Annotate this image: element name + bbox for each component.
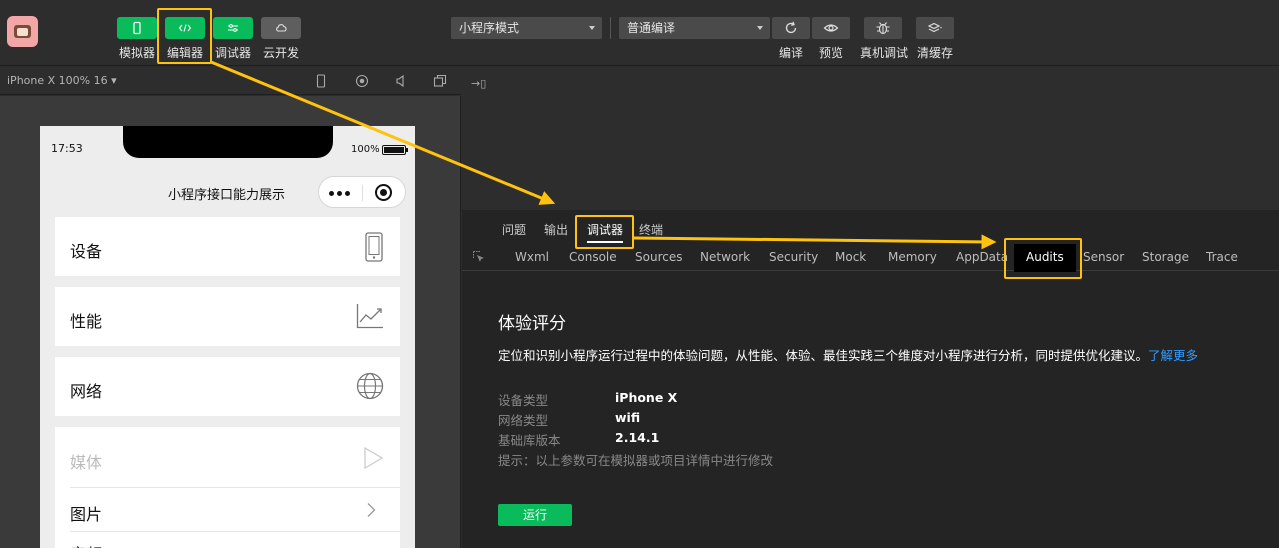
list-item-label: 媒体 — [70, 453, 103, 472]
info-value-network-type: wifi — [615, 410, 641, 425]
list-item-device[interactable]: 设备 — [55, 217, 400, 276]
devtools-tabs: Wxml Console Sources Network Security Mo… — [462, 242, 1279, 272]
user-avatar[interactable] — [7, 16, 38, 47]
tab-network[interactable]: Network — [700, 250, 750, 264]
tab-audits[interactable]: Audits — [1014, 244, 1076, 272]
real-device-debug-label: 真机调试 — [859, 46, 908, 60]
capsule-divider — [362, 185, 363, 201]
info-key-lib-version: 基础库版本 — [498, 433, 561, 448]
tab-trace[interactable]: Trace — [1206, 250, 1238, 264]
tab-sources[interactable]: Sources — [635, 250, 682, 264]
info-key-network-type: 网络类型 — [498, 413, 549, 428]
tab-sensor[interactable]: Sensor — [1083, 250, 1124, 264]
close-miniprogram-icon[interactable] — [375, 184, 392, 201]
simulator-header: iPhone X 100% 16 ▾ — [0, 67, 461, 95]
tab-memory[interactable]: Memory — [888, 250, 937, 264]
tab-wxml[interactable]: Wxml — [515, 250, 549, 264]
compile-button[interactable] — [772, 17, 810, 39]
phone-notch — [123, 126, 333, 158]
editor-area — [462, 67, 1279, 210]
list-item-performance[interactable]: 性能 — [55, 287, 400, 346]
status-time: 17:53 — [51, 142, 83, 155]
toolbar-divider — [610, 17, 611, 39]
tab-console[interactable]: Console — [569, 250, 617, 264]
clear-cache-button[interactable] — [916, 17, 954, 39]
battery-fill — [384, 147, 404, 153]
cloud-dev-label: 云开发 — [262, 46, 299, 60]
top-toolbar: 模拟器 编辑器 调试器 云开发 小程序模式 普通编译 编译 预览 真机调试 清缓… — [0, 0, 1279, 66]
tab-problems[interactable]: 问题 — [502, 221, 526, 238]
battery-icon — [382, 145, 408, 155]
list-item-label: 设备 — [70, 242, 103, 261]
real-device-debug-button[interactable] — [864, 17, 902, 39]
more-icon[interactable] — [329, 191, 350, 196]
editor-label: 编辑器 — [166, 46, 203, 60]
globe-icon — [356, 372, 384, 400]
phone-screen[interactable]: 17:53 100% 小程序接口能力展示 设备 性能 网络 媒体 图片 音频 — [40, 126, 415, 548]
list-item-label: 图片 — [70, 505, 103, 524]
preview-label: 预览 — [818, 46, 843, 60]
compile-select-value: 普通编译 — [627, 21, 676, 35]
list-item-media[interactable]: 媒体 图片 音频 — [55, 427, 400, 548]
mode-select[interactable]: 小程序模式 — [451, 17, 602, 39]
row-divider — [70, 487, 400, 488]
list-item-label: 音频 — [70, 541, 102, 548]
clear-cache-label: 清缓存 — [916, 46, 953, 60]
list-item-label: 网络 — [70, 382, 103, 401]
eye-icon — [823, 24, 839, 32]
mode-select-value: 小程序模式 — [459, 21, 520, 35]
device-select[interactable]: iPhone X 100% 16 ▾ — [7, 74, 117, 87]
phone-outline-icon[interactable] — [314, 74, 328, 88]
list-item-label: 性能 — [70, 312, 103, 331]
info-value-device-type: iPhone X — [615, 390, 678, 405]
refresh-icon — [785, 21, 797, 34]
sliders-icon — [228, 24, 238, 32]
chart-line-icon — [356, 304, 383, 329]
row-divider — [70, 531, 400, 532]
editor-toggle-button[interactable] — [165, 17, 205, 39]
debugger-label: 调试器 — [214, 46, 251, 60]
tab-storage[interactable]: Storage — [1142, 250, 1189, 264]
panel-tabs: 问题 输出 调试器 终端 — [462, 214, 1279, 243]
tab-terminal[interactable]: 终端 — [639, 221, 663, 238]
tab-output[interactable]: 输出 — [544, 221, 568, 238]
audits-hint: 提示：以上参数可在模拟器或项目详情中进行修改 — [498, 453, 774, 468]
tab-appdata[interactable]: AppData — [956, 250, 1008, 264]
audits-description-text: 定位和识别小程序运行过程中的体验问题，从性能、体验、最佳实践三个维度对小程序进行… — [498, 348, 1149, 363]
info-key-device-type: 设备类型 — [498, 393, 549, 408]
dock-panel-icon[interactable]: →▯ — [471, 77, 486, 90]
layers-icon — [927, 22, 942, 33]
play-icon — [364, 446, 384, 470]
chevron-right-icon — [367, 503, 376, 517]
cloud-icon — [276, 24, 287, 32]
bug-icon — [876, 22, 890, 35]
battery-text: 100% — [351, 144, 380, 155]
speaker-icon[interactable] — [394, 74, 408, 88]
simulator-toggle-button[interactable] — [117, 17, 157, 39]
record-icon[interactable] — [355, 74, 369, 88]
tab-security[interactable]: Security — [769, 250, 818, 264]
menu-capsule[interactable] — [318, 176, 406, 208]
debugger-toggle-button[interactable] — [213, 17, 253, 39]
chevron-down-icon — [589, 26, 595, 30]
list-item-network[interactable]: 网络 — [55, 357, 400, 416]
learn-more-link[interactable]: 了解更多 — [1148, 348, 1198, 363]
info-value-lib-version: 2.14.1 — [615, 430, 660, 445]
run-audit-button[interactable]: 运行 — [498, 504, 572, 526]
audits-title: 体验评分 — [498, 314, 566, 334]
phone-icon — [365, 232, 383, 262]
tab-debugger[interactable]: 调试器 — [587, 221, 624, 243]
preview-button[interactable] — [812, 17, 850, 39]
compile-select[interactable]: 普通编译 — [619, 17, 770, 39]
code-icon — [178, 24, 192, 32]
popout-window-icon[interactable] — [433, 74, 447, 88]
tab-mock[interactable]: Mock — [835, 250, 866, 264]
audits-description: 定位和识别小程序运行过程中的体验问题，从性能、体验、最佳实践三个维度对小程序进行… — [498, 345, 1198, 364]
phone-icon — [133, 21, 141, 35]
simulator-label: 模拟器 — [118, 46, 155, 60]
cloud-dev-button[interactable] — [261, 17, 301, 39]
chevron-down-icon — [757, 26, 763, 30]
